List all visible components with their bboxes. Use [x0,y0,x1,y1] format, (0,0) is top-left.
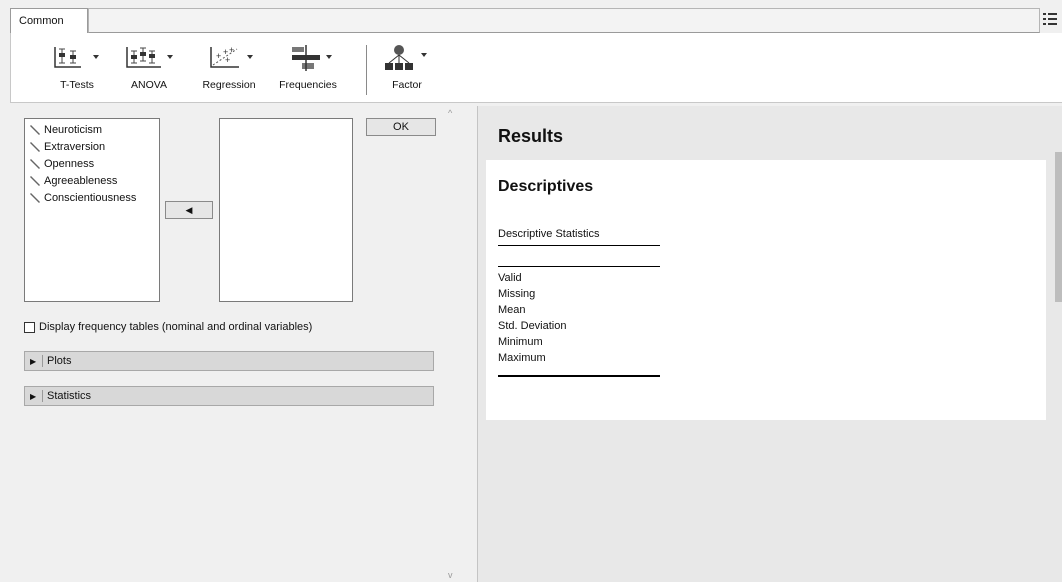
stat-row-label: Minimum [498,336,543,348]
variable-label: Openness [44,158,95,170]
tab-common[interactable]: Common [10,8,88,34]
descriptives-heading: Descriptives [498,178,594,195]
table-rule-top [498,245,660,246]
menu-list-icon[interactable] [1042,11,1058,27]
analysis-ribbon: T-Tests ANOVA + + + + Regression Frequen… [10,33,1062,103]
table-rule-bottom [498,375,660,377]
expand-arrow-icon: ▶ [30,392,37,401]
frequency-tables-label: Display frequency tables (nominal and or… [39,321,313,333]
variable-label: Neuroticism [44,124,103,136]
stat-row-label: Missing [498,288,536,300]
frequency-tables-checkbox[interactable] [24,321,35,333]
stat-row-label: Std. Deviation [498,320,567,332]
regression-label: Regression [202,79,256,91]
results-scroll-thumb[interactable] [1055,152,1062,302]
regression-icon: + + ++ [210,45,253,68]
variable-label: Extraversion [44,141,106,153]
results-scrollbar[interactable] [1055,106,1062,582]
analysis-options-panel: Neuroticism Extraversion Openness Agreea… [10,106,462,582]
frequencies-button[interactable]: Frequencies [273,43,343,99]
section-label: Plots [47,355,72,367]
scale-variable-icon [30,159,40,170]
scale-variable-icon [30,142,40,153]
svg-text:+: + [216,51,221,61]
ttests-label: T-Tests [60,79,94,91]
svg-text:+: + [229,45,234,55]
variable-label: Conscientiousness [44,192,137,204]
statistics-section-header[interactable]: ▶ Statistics [24,386,434,406]
options-scrollbar[interactable]: ^ v [444,106,460,582]
ribbon-separator [366,45,367,95]
variable-label: Agreeableness [44,175,118,187]
tab-bar-background [88,8,1040,33]
anova-label: ANOVA [131,79,167,91]
scale-variable-icon [30,193,40,204]
variable-item[interactable]: Agreeableness [25,173,159,190]
frequencies-icon [292,45,332,71]
variable-item[interactable]: Openness [25,156,159,173]
move-variable-button[interactable]: ◀ [165,201,213,219]
factor-label: Factor [392,79,422,91]
section-label: Statistics [47,390,92,402]
panel-splitter[interactable] [466,106,476,582]
ttests-icon [54,47,99,68]
variable-item[interactable]: Extraversion [25,139,159,156]
scale-variable-icon [30,125,40,136]
stat-row-label: Mean [498,304,526,316]
results-panel: Results Descriptives Descriptive Statist… [477,106,1062,582]
table-rule-header [498,266,660,267]
variable-item[interactable]: Neuroticism [25,122,159,139]
stat-row-label: Valid [498,272,522,284]
table-caption: Descriptive Statistics [498,228,600,240]
scroll-down-icon[interactable]: v [448,570,453,580]
selected-variables-box[interactable] [219,118,353,302]
plots-section-header[interactable]: ▶ Plots [24,351,434,371]
anova-icon [126,47,173,68]
section-divider [42,390,43,403]
tab-strip: Common [0,0,1062,36]
regression-button[interactable]: + + + + Regression [197,43,261,99]
stat-row-label: Maximum [498,352,546,364]
section-divider [42,355,43,368]
expand-arrow-icon: ▶ [30,357,37,366]
variable-item[interactable]: Conscientiousness [25,190,159,207]
svg-text:+: + [225,55,230,65]
descriptives-output: Descriptives Descriptive Statistics Vali… [486,160,1046,420]
factor-button[interactable]: Factor [377,43,437,99]
variable-list[interactable]: Neuroticism Extraversion Openness Agreea… [24,118,160,302]
scroll-up-icon[interactable]: ^ [448,108,452,118]
ttests-button[interactable]: T-Tests [47,43,107,99]
factor-icon [385,45,427,70]
scale-variable-icon [30,176,40,187]
results-title: Results [498,126,564,146]
frequency-tables-option[interactable]: Display frequency tables (nominal and or… [24,320,312,334]
anova-button[interactable]: ANOVA [119,43,179,99]
ok-button[interactable]: OK [366,118,436,136]
frequencies-label: Frequencies [279,79,337,91]
